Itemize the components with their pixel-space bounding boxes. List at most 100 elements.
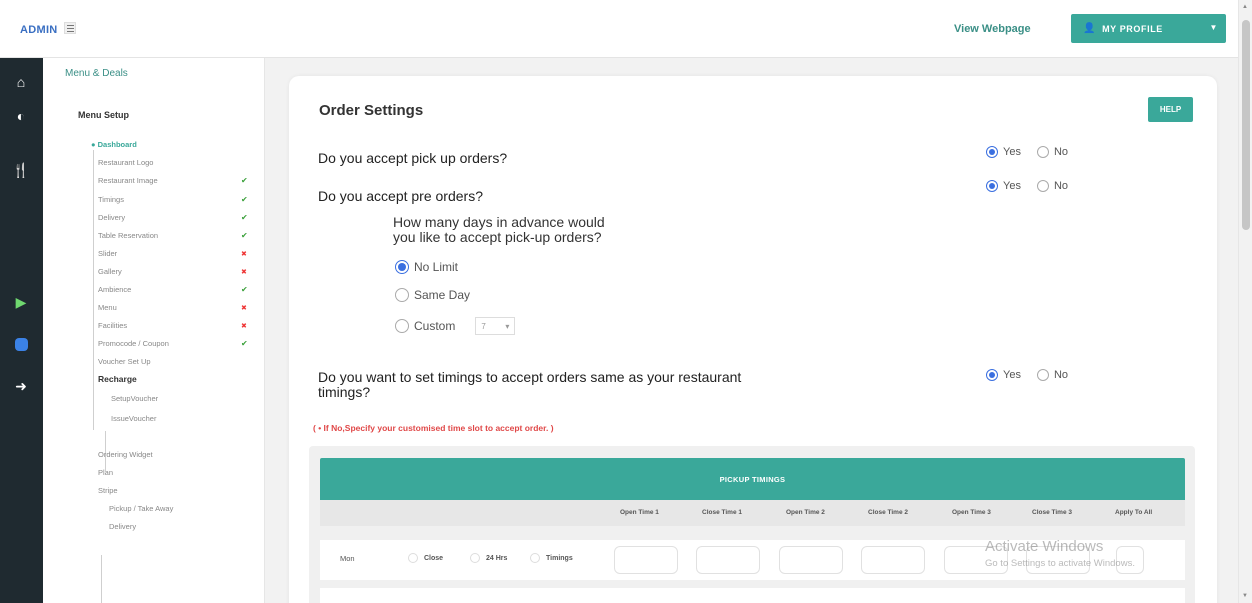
- menu-sidebar: Menu & Deals Menu Setup ● Dashboard Rest…: [43, 58, 265, 603]
- same-day-radio[interactable]: [395, 288, 409, 302]
- play-store-icon[interactable]: ▶: [11, 292, 31, 312]
- scroll-up-icon[interactable]: ▲: [1242, 4, 1248, 10]
- question-days-line1: How many days in advance would: [393, 214, 605, 230]
- help-button[interactable]: HELP: [1148, 97, 1193, 122]
- custom-days-select[interactable]: 7 ▾: [475, 317, 516, 335]
- question-timings-line1: Do you want to set timings to accept ord…: [318, 369, 742, 385]
- sidebar-item-promocode[interactable]: Promocode / Coupon: [98, 339, 169, 348]
- open-time-2-input[interactable]: [779, 546, 843, 574]
- sidebar-item-menu[interactable]: Menu: [98, 303, 117, 312]
- no-label: No: [1053, 180, 1069, 192]
- cross-icon: ✖: [241, 305, 247, 312]
- cross-icon: ✖: [241, 323, 247, 330]
- menu-setup-title[interactable]: Menu Setup: [78, 110, 129, 120]
- scrollbar-thumb[interactable]: [1242, 20, 1250, 230]
- close-label: Close: [424, 554, 444, 562]
- question-timings-line2: timings?: [318, 384, 371, 400]
- pickup-yes-radio[interactable]: [986, 146, 998, 158]
- sidebar-item-dashboard[interactable]: ● Dashboard: [91, 140, 137, 149]
- sidebar-item-pickup-takeaway[interactable]: Pickup / Take Away: [109, 504, 173, 513]
- sidebar-item-issue-voucher[interactable]: IssueVoucher: [111, 414, 156, 423]
- col-open-time-3: Open Time 3: [952, 509, 991, 516]
- close-radio[interactable]: [408, 553, 418, 563]
- yes-label: Yes: [1003, 146, 1021, 158]
- timings-label: Timings: [546, 554, 573, 562]
- sidebar-item-slider[interactable]: Slider: [98, 249, 117, 258]
- sidebar-item-gallery[interactable]: Gallery: [98, 267, 122, 276]
- open-time-1-input[interactable]: [614, 546, 678, 574]
- check-icon: ✔: [241, 195, 248, 204]
- check-icon: ✔: [241, 213, 248, 222]
- home-icon[interactable]: ⌂: [11, 72, 31, 92]
- col-open-time-2: Open Time 2: [786, 509, 825, 516]
- restaurant-icon[interactable]: 🍴: [11, 160, 31, 180]
- question-days-advance: How many days in advance would you like …: [393, 215, 605, 245]
- no-label: No: [1053, 146, 1069, 158]
- timings-option[interactable]: Timings: [530, 553, 573, 563]
- logout-icon[interactable]: ➜: [11, 376, 31, 396]
- yes-label: Yes: [1003, 180, 1021, 192]
- dashboard-icon[interactable]: ◐: [11, 106, 31, 126]
- col-close-time-3: Close Time 3: [1032, 509, 1072, 516]
- sidebar-item-ambience[interactable]: Ambience: [98, 285, 131, 294]
- chat-icon[interactable]: [11, 334, 31, 354]
- watermark-line2: Go to Settings to activate Windows.: [985, 558, 1135, 569]
- sidebar-item-delivery[interactable]: Delivery: [98, 213, 125, 222]
- table-header-row: Open Time 1 Close Time 1 Open Time 2 Clo…: [320, 500, 1185, 526]
- sidebar-item-recharge[interactable]: Recharge: [98, 374, 137, 384]
- close-time-1-input[interactable]: [696, 546, 760, 574]
- option-no-limit[interactable]: No Limit: [395, 260, 458, 274]
- sidebar-item-ordering-widget[interactable]: Ordering Widget: [98, 450, 153, 459]
- timings-no-radio[interactable]: [1036, 369, 1049, 381]
- question-preorder: Do you accept pre orders?: [318, 188, 483, 204]
- sidebar-item-plan[interactable]: Plan: [98, 468, 113, 477]
- same-day-label: Same Day: [414, 288, 471, 302]
- timings-yes-radio[interactable]: [986, 369, 998, 381]
- col-apply-to-all: Apply To All: [1115, 509, 1153, 516]
- custom-radio[interactable]: [395, 319, 409, 333]
- sidebar-item-restaurant-image[interactable]: Restaurant Image: [98, 176, 158, 185]
- sidebar-item-timings[interactable]: Timings: [98, 195, 124, 204]
- tree-line: [93, 150, 94, 430]
- custom-slot-note: ( • If No,Specify your customised time s…: [313, 423, 554, 433]
- close-time-2-input[interactable]: [861, 546, 925, 574]
- brand-label: ADMIN: [20, 24, 58, 36]
- check-icon: ✔: [241, 285, 248, 294]
- table-title: PICKUP TIMINGS: [320, 458, 1185, 500]
- option-same-day[interactable]: Same Day: [395, 288, 470, 302]
- 24hrs-radio[interactable]: [470, 553, 480, 563]
- preorder-no-radio[interactable]: [1036, 180, 1049, 192]
- pickup-timings-table: PICKUP TIMINGS Open Time 1 Close Time 1 …: [309, 446, 1195, 603]
- hamburger-menu-icon[interactable]: [64, 22, 76, 34]
- no-limit-radio[interactable]: [395, 260, 409, 274]
- check-icon: ✔: [241, 339, 248, 348]
- page-scrollbar[interactable]: ▲ ▼: [1238, 0, 1252, 603]
- check-icon: ✔: [241, 176, 248, 185]
- user-icon: 👤: [1083, 23, 1097, 34]
- my-profile-button[interactable]: 👤 MY PROFILE ▼: [1071, 14, 1226, 43]
- sidebar-item-voucher-setup[interactable]: Voucher Set Up: [98, 357, 151, 366]
- col-open-time-1: Open Time 1: [620, 509, 659, 516]
- timings-radio[interactable]: [530, 553, 540, 563]
- sidebar-item-delivery-2[interactable]: Delivery: [109, 522, 136, 531]
- no-limit-label: No Limit: [414, 260, 459, 274]
- question-pickup: Do you accept pick up orders?: [318, 150, 508, 166]
- sidebar-item-stripe[interactable]: Stripe: [98, 486, 118, 495]
- sidebar-item-restaurant-logo[interactable]: Restaurant Logo: [98, 158, 153, 167]
- sidebar-item-facilities[interactable]: Facilities: [98, 321, 127, 330]
- preorder-radio-group: Yes No: [986, 180, 1068, 192]
- sidebar-item-setup-voucher[interactable]: SetupVoucher: [111, 394, 158, 403]
- option-custom[interactable]: Custom 7 ▾: [395, 317, 516, 335]
- page-title: Order Settings: [319, 102, 424, 119]
- view-webpage-link[interactable]: View Webpage: [954, 23, 1031, 35]
- 24hrs-option[interactable]: 24 Hrs: [470, 553, 507, 563]
- menu-section-title[interactable]: Menu & Deals: [65, 68, 128, 79]
- sidebar-item-table-reservation[interactable]: Table Reservation: [98, 231, 158, 240]
- custom-label: Custom: [414, 319, 456, 333]
- cross-icon: ✖: [241, 269, 247, 276]
- pickup-no-radio[interactable]: [1036, 146, 1049, 158]
- preorder-yes-radio[interactable]: [986, 180, 998, 192]
- scroll-down-icon[interactable]: ▼: [1242, 593, 1248, 599]
- close-option[interactable]: Close: [408, 553, 443, 563]
- col-close-time-2: Close Time 2: [868, 509, 908, 516]
